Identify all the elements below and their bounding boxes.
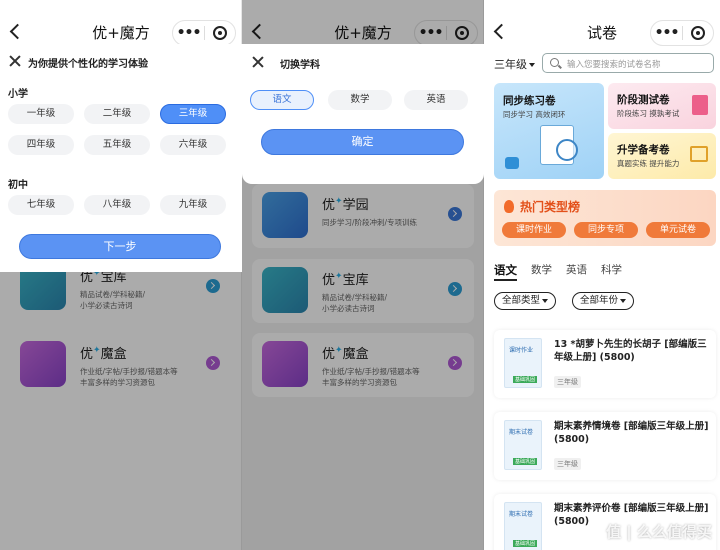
grade-badge: 三年级 [554, 458, 581, 470]
tab-english[interactable]: 英语 [566, 262, 587, 281]
grade-chip[interactable]: 一年级 [8, 104, 74, 124]
subject-chip[interactable]: 英语 [404, 90, 468, 110]
document-icon [692, 95, 708, 115]
search-placeholder: 输入您要搜索的试卷名称 [567, 60, 661, 70]
tab-chinese[interactable]: 语文 [494, 262, 517, 281]
feature-sub: 同步学习 高效闭环 [503, 110, 566, 119]
book-icon [690, 146, 708, 162]
grade-chip[interactable]: 四年级 [8, 135, 74, 155]
magnifier-icon [556, 139, 578, 161]
grade-chip[interactable]: 二年级 [84, 104, 150, 124]
subject-sheet: 切换学科 语文 数学 英语 确定 [242, 44, 484, 184]
stage-test-card[interactable]: 阶段测试卷 阶段练习 摸孰考试 [608, 83, 716, 129]
nav-title: 试卷 [586, 23, 617, 42]
grade-badge: 三年级 [554, 376, 581, 388]
primary-school-label: 小学 [8, 89, 28, 100]
hot-button[interactable]: 课时作业 [502, 222, 566, 238]
paper-thumbnail: 期末试卷 基础巩固 [504, 502, 542, 550]
caret-down-icon [542, 298, 549, 303]
close-icon[interactable] [9, 55, 21, 67]
paper-list-item[interactable]: 期末试卷 基础巩固 期末素养情境卷 [部编版三年级上册] (5800) 三年级 [494, 412, 716, 480]
caret-down-icon [620, 298, 627, 303]
subject-select-screen: 优+魔方 ••• 切换学科 语文 数学 英语 确定 优✦学园 同步学习/阶段冲刺… [242, 0, 484, 550]
hot-button[interactable]: 单元试卷 [646, 222, 710, 238]
close-icon[interactable] [252, 56, 264, 68]
feature-title: 阶段测试卷 [617, 94, 670, 106]
mini-program-capsule: ••• [650, 20, 714, 46]
feature-sub: 真题实练 提升能力 [617, 159, 680, 168]
watermark: 值 | 么么值得买 [606, 523, 712, 541]
grade-chip[interactable]: 八年级 [84, 195, 150, 215]
more-icon[interactable]: ••• [651, 21, 682, 45]
middle-school-label: 初中 [8, 180, 28, 191]
grade-chip[interactable]: 五年级 [84, 135, 150, 155]
nav-title: 优+魔方 [92, 23, 150, 42]
hot-button[interactable]: 同步专项 [574, 222, 638, 238]
back-arrow-icon[interactable] [6, 22, 26, 42]
caret-down-icon [529, 63, 535, 67]
feature-title: 升学备考卷 [617, 144, 670, 156]
back-arrow-icon[interactable] [490, 22, 510, 42]
grade-select-screen: 优+魔方 ••• 为你提供个性化的学习体验 小学 一年级 二年级 三年级 四年级… [0, 0, 242, 550]
grade-chip[interactable]: 九年级 [160, 195, 226, 215]
paper-title: 13 *胡萝卜先生的长胡子 [部编版三年级上册] (5800) [554, 339, 707, 363]
grade-chip-selected[interactable]: 三年级 [160, 104, 226, 124]
hot-types-board: 热门类型榜 课时作业 同步专项 单元试卷 [494, 190, 716, 246]
more-icon[interactable]: ••• [173, 21, 204, 45]
grade-dropdown[interactable]: 三年级 [494, 56, 535, 72]
hot-title: 热门类型榜 [520, 200, 581, 214]
sheet-title: 切换学科 [280, 60, 320, 71]
type-filter[interactable]: 全部类型 [494, 292, 557, 310]
close-program-icon[interactable] [205, 26, 235, 40]
tab-math[interactable]: 数学 [531, 262, 552, 281]
confirm-button[interactable]: 确定 [261, 129, 464, 155]
close-program-icon[interactable] [683, 26, 713, 40]
paper-thumbnail: 期末试卷 基础巩固 [504, 420, 542, 470]
paper-title: 期末素养情境卷 [部编版三年级上册] (5800) [554, 421, 709, 445]
mini-program-capsule: ••• [172, 20, 236, 46]
subject-chip[interactable]: 数学 [328, 90, 392, 110]
grade-chip[interactable]: 六年级 [160, 135, 226, 155]
grade-chip[interactable]: 七年级 [8, 195, 74, 215]
sync-practice-card[interactable]: 同步练习卷 同步学习 高效闭环 [494, 83, 604, 179]
arrow-right-icon[interactable] [505, 157, 519, 169]
dim-overlay [0, 272, 242, 550]
feature-title: 同步练习卷 [503, 95, 556, 107]
subject-tabs: 语文 数学 英语 科学 [494, 262, 622, 281]
entrance-prep-card[interactable]: 升学备考卷 真题实练 提升能力 [608, 133, 716, 179]
next-button[interactable]: 下一步 [19, 234, 221, 259]
exam-paper-screen: 试卷 ••• 三年级 输入您要搜索的试卷名称 同步练习卷 同步学习 高效闭环 阶… [484, 0, 720, 550]
grade-sheet: 为你提供个性化的学习体验 小学 一年级 二年级 三年级 四年级 五年级 六年级 … [0, 44, 242, 272]
tab-science[interactable]: 科学 [601, 262, 622, 281]
sheet-title: 为你提供个性化的学习体验 [28, 59, 148, 70]
search-input[interactable]: 输入您要搜索的试卷名称 [542, 53, 714, 73]
paper-thumbnail: 课时作业 基础巩固 [504, 338, 542, 388]
subject-chip-selected[interactable]: 语文 [250, 90, 314, 110]
paper-list-item[interactable]: 课时作业 基础巩固 13 *胡萝卜先生的长胡子 [部编版三年级上册] (5800)… [494, 330, 716, 398]
year-filter[interactable]: 全部年份 [572, 292, 635, 310]
search-icon [550, 58, 559, 67]
feature-sub: 阶段练习 摸孰考试 [617, 109, 680, 118]
fire-icon [504, 200, 514, 213]
